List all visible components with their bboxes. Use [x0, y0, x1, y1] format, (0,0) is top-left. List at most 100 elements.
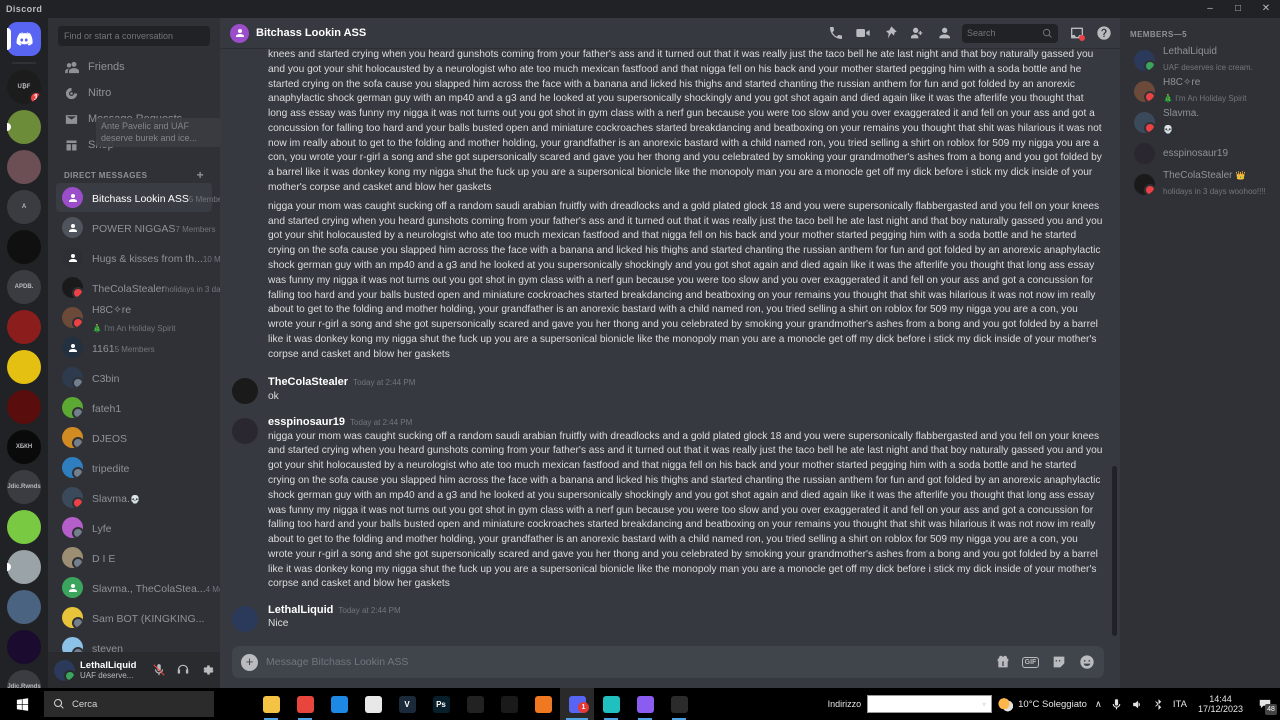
taskbar-app-paint-net[interactable]	[594, 688, 628, 720]
avatar[interactable]	[232, 606, 258, 633]
taskbar-app-ibis-paint[interactable]	[458, 688, 492, 720]
composer-actions[interactable]: GIF	[994, 654, 1095, 671]
gift-icon[interactable]	[994, 654, 1011, 671]
attach-file-icon[interactable]: +	[241, 653, 258, 671]
message-composer[interactable]: + Message Bitchass Lookin ASS GIF	[220, 642, 1120, 688]
server-icon-muppets-server[interactable]	[7, 510, 41, 544]
chat-header-actions[interactable]: Search	[827, 23, 1112, 43]
message-scroll-area[interactable]: knees and started crying when you heard …	[220, 48, 1120, 642]
headphones-icon[interactable]	[173, 661, 192, 680]
dm-list-item[interactable]: Slavma., TheColaStea...4 Members	[56, 573, 220, 602]
dm-list-item[interactable]: Slavma.💀	[56, 483, 212, 512]
address-input[interactable]	[867, 695, 993, 713]
server-icon-moon-server[interactable]	[7, 550, 41, 584]
create-dm-button[interactable]: +	[197, 169, 204, 181]
sidebar-item-nitro[interactable]: Nitro	[56, 80, 212, 106]
search-input[interactable]: Search	[962, 23, 1058, 43]
server-icon-purple-server[interactable]	[7, 630, 41, 664]
language-indicator[interactable]: ITA	[1173, 699, 1187, 710]
gear-icon[interactable]	[197, 661, 216, 680]
server-icon-jdic2-server[interactable]: Jdic.Rwnds	[7, 670, 41, 688]
dm-list-item[interactable]: Sam BOT (KINGKING...	[56, 603, 212, 632]
server-icon-landscape-server[interactable]	[7, 590, 41, 624]
taskbar-app-vegas-pro[interactable]: V	[390, 688, 424, 720]
member-list-item[interactable]: esspinosaur19	[1130, 138, 1272, 169]
taskbar-app-photoshop[interactable]: Ps	[424, 688, 458, 720]
avatar[interactable]	[232, 418, 258, 445]
server-icon-portrait-server[interactable]	[7, 150, 41, 184]
dm-list-item[interactable]: Hugs & kisses from th...10 Members	[56, 243, 220, 272]
composer-box[interactable]: + Message Bitchass Lookin ASS GIF	[232, 646, 1104, 678]
member-list-item[interactable]: LethalLiquid UAF deserves ice cream.	[1130, 45, 1272, 76]
member-list-item[interactable]: TheColaStealer 👑 holidays in 3 days woohoo…	[1130, 169, 1272, 200]
dm-list-item[interactable]: DJEOS	[56, 423, 212, 452]
user-panel[interactable]: LethalLiquid UAF deserve...	[48, 652, 220, 688]
server-icon-ubf-server[interactable]: U₿F 1	[7, 70, 41, 104]
start-button[interactable]	[0, 688, 44, 720]
server-icon-hand-server[interactable]	[7, 230, 41, 264]
bluetooth-icon[interactable]	[1152, 698, 1165, 711]
dm-list-item[interactable]: Bitchass Lookin ASS5 Members	[56, 183, 220, 212]
emoji-icon[interactable]	[1078, 654, 1095, 671]
member-list-item[interactable]: H8C✧re 🎄 I'm An Holiday Spirit	[1130, 76, 1272, 107]
help-icon[interactable]	[1095, 25, 1112, 42]
start-voice-call-icon[interactable]	[827, 25, 844, 42]
server-icon-a-server[interactable]: A	[7, 190, 41, 224]
dm-list[interactable]: Bitchass Lookin ASS5 MembersPOWER NIGGAS…	[48, 183, 220, 652]
conversation-search[interactable]: Find or start a conversation	[48, 18, 220, 52]
server-icon-red-server[interactable]	[7, 310, 41, 344]
show-hidden-icons[interactable]: ∧	[1095, 699, 1102, 710]
system-tray[interactable]: 10°C Soleggiato ∧ ITA 14:44 17/12/2023 4…	[992, 693, 1280, 715]
server-rail[interactable]: U₿F 1 A APDB. ХБКН Jdic.Rwnds Jdic.Rwnds	[0, 18, 48, 688]
taskbar-app-discord[interactable]: 1	[560, 688, 594, 720]
dm-list-item[interactable]: TheColaStealerholidays in 3 days woohoo!…	[56, 273, 220, 302]
pinned-messages-icon[interactable]	[881, 25, 898, 42]
avatar[interactable]	[54, 659, 75, 681]
volume-icon[interactable]	[1131, 698, 1144, 711]
dm-list-item[interactable]: POWER NIGGAS7 Members	[56, 213, 215, 242]
taskbar-apps[interactable]: V Ps 1	[220, 688, 696, 720]
taskbar-app-file-explorer[interactable]	[254, 688, 288, 720]
scrollbar-thumb[interactable]	[1112, 466, 1117, 636]
taskbar-search[interactable]: Cerca	[44, 691, 214, 717]
microphone-icon[interactable]	[1110, 698, 1123, 711]
clock[interactable]: 14:44 17/12/2023	[1195, 694, 1246, 715]
server-icon-dark-red-server[interactable]	[7, 390, 41, 424]
notification-center-icon[interactable]: 48	[1254, 693, 1277, 715]
add-friends-icon[interactable]	[908, 25, 925, 42]
dm-list-item[interactable]: C3bin	[56, 363, 212, 392]
close-button[interactable]: ✕	[1252, 0, 1280, 18]
start-video-call-icon[interactable]	[854, 25, 871, 42]
dm-list-item[interactable]: 11615 Members	[56, 333, 212, 362]
taskbar-app-vlc[interactable]	[628, 688, 662, 720]
dm-list-item[interactable]: D I E	[56, 543, 212, 572]
sticker-icon[interactable]	[1050, 654, 1067, 671]
mic-muted-icon[interactable]	[149, 661, 168, 680]
server-icon-home[interactable]	[7, 22, 41, 56]
search-input[interactable]: Find or start a conversation	[58, 26, 210, 46]
weather-widget[interactable]: 10°C Soleggiato	[998, 696, 1087, 712]
server-icon-kbkh-server[interactable]: ХБКН	[7, 430, 41, 464]
message-input[interactable]: Message Bitchass Lookin ASS	[266, 656, 986, 668]
address-toolbar[interactable]: Indirizzo ▾	[828, 695, 993, 713]
taskbar-app-fl-studio[interactable]	[526, 688, 560, 720]
member-list-icon[interactable]	[935, 25, 952, 42]
taskbar-app-store[interactable]	[356, 688, 390, 720]
maximize-button[interactable]: □	[1224, 0, 1252, 18]
taskbar-app-yandex[interactable]	[492, 688, 526, 720]
server-icon-apdb-server[interactable]: APDB.	[7, 270, 41, 304]
gif-icon[interactable]: GIF	[1021, 654, 1040, 671]
dm-list-item[interactable]: fateh1	[56, 393, 212, 422]
dm-list-item[interactable]: tripedite	[56, 453, 212, 482]
server-icon-yellow-server[interactable]	[7, 350, 41, 384]
inbox-icon[interactable]	[1068, 25, 1085, 42]
dm-list-item[interactable]: H8C✧re 🎄 I'm An Holiday Spirit	[56, 303, 212, 333]
sidebar-item-friends[interactable]: Friends	[56, 54, 212, 80]
taskbar-app-task-view[interactable]	[220, 688, 254, 720]
dm-list-item[interactable]: Lyfe	[56, 513, 212, 542]
server-icon-green-server[interactable]	[7, 110, 41, 144]
avatar[interactable]	[232, 378, 258, 405]
taskbar-app-mail[interactable]	[322, 688, 356, 720]
server-icon-jdic-server[interactable]: Jdic.Rwnds	[7, 470, 41, 504]
taskbar-app-obs-studio[interactable]	[662, 688, 696, 720]
